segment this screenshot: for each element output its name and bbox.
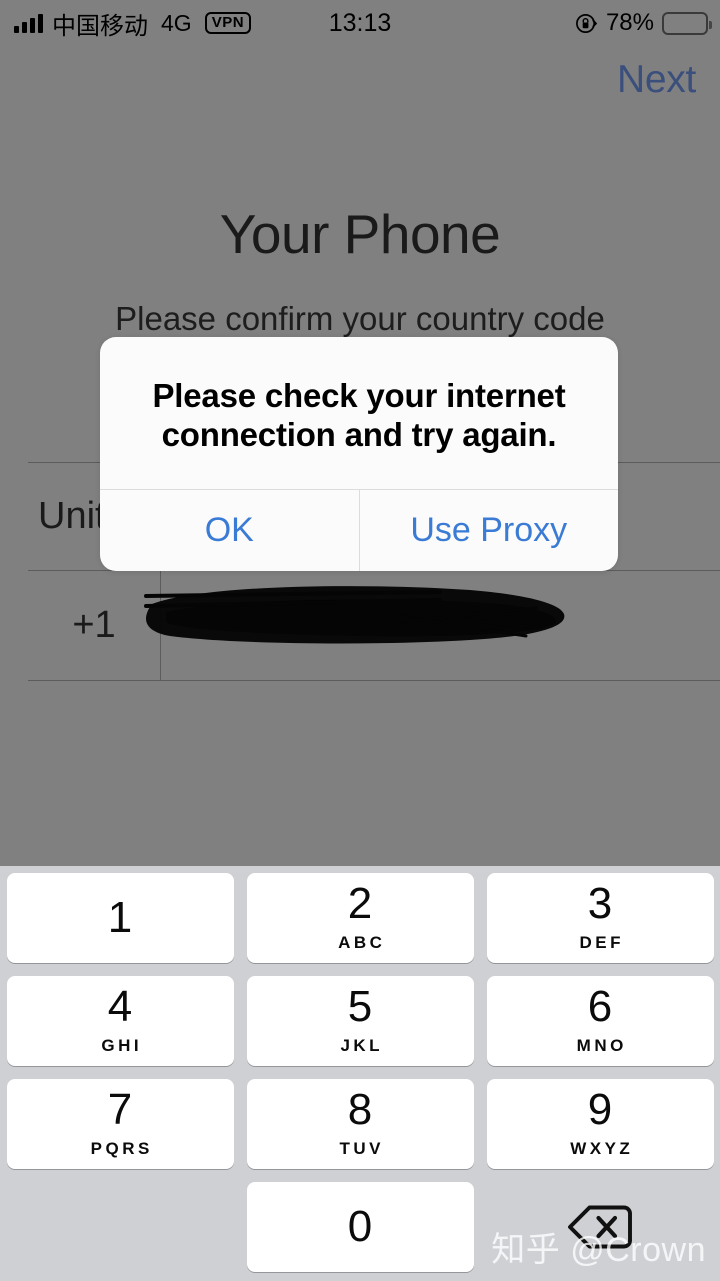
keypad-row: 0 [0, 1175, 720, 1278]
key-digit: 6 [587, 982, 613, 1031]
key-3[interactable]: 3 DEF [480, 866, 720, 969]
key-backspace[interactable] [480, 1175, 720, 1278]
key-0[interactable]: 0 [240, 1175, 480, 1278]
key-letters: MNO [576, 1036, 627, 1055]
key-1[interactable]: 1 [0, 866, 240, 969]
key-digit: 1 [107, 892, 133, 942]
alert-actions: OK Use Proxy [100, 488, 619, 571]
keypad-row: 1 2 ABC 3 DEF [0, 866, 720, 969]
status-bar: 中国移动 4G VPN 13:13 78% [0, 0, 720, 46]
key-digit: 0 [347, 1201, 373, 1251]
key-8[interactable]: 8 TUV [240, 1072, 480, 1175]
clock-label: 13:13 [328, 8, 392, 37]
keypad-row: 4 GHI 5 JKL 6 MNO [0, 969, 720, 1072]
key-4[interactable]: 4 GHI [0, 969, 240, 1072]
alert-message: Please check your internet connection an… [152, 377, 566, 453]
key-digit: 4 [107, 982, 133, 1031]
key-9[interactable]: 9 WXYZ [480, 1072, 720, 1175]
key-letters: ABC [338, 933, 386, 952]
numeric-keypad: 1 2 ABC 3 DEF 4 GHI 5 JKL 6 MNO 7 PQRS 8… [0, 866, 720, 1281]
key-digit: 8 [347, 1085, 373, 1134]
key-blank-left [0, 1175, 240, 1278]
key-digit: 7 [107, 1085, 133, 1134]
keypad-row: 7 PQRS 8 TUV 9 WXYZ [0, 1072, 720, 1175]
dial-code-label: +1 [72, 604, 116, 646]
key-digit: 5 [347, 982, 373, 1031]
status-bar-right: 78% [575, 0, 712, 46]
next-button[interactable]: Next [617, 58, 696, 102]
backspace-icon [568, 1205, 632, 1248]
key-digit: 9 [587, 1085, 613, 1134]
key-letters: DEF [579, 933, 624, 952]
key-letters: WXYZ [570, 1139, 634, 1158]
key-digit: 3 [587, 879, 613, 928]
alert-dialog: Please check your internet connection an… [100, 337, 618, 571]
page-title: Your Phone [219, 203, 501, 265]
use-proxy-button[interactable]: Use Proxy [358, 489, 619, 571]
key-5[interactable]: 5 JKL [240, 969, 480, 1072]
key-letters: GHI [101, 1036, 143, 1055]
key-6[interactable]: 6 MNO [480, 969, 720, 1072]
rotation-lock-icon [576, 13, 597, 33]
divider-bottom [28, 680, 720, 681]
key-7[interactable]: 7 PQRS [0, 1072, 240, 1175]
battery-icon [662, 11, 712, 35]
battery-percent-label: 78% [605, 9, 654, 36]
key-2[interactable]: 2 ABC [240, 866, 480, 969]
key-letters: TUV [339, 1139, 384, 1158]
key-letters: JKL [340, 1036, 384, 1055]
ok-button[interactable]: OK [100, 490, 359, 571]
key-letters: PQRS [90, 1139, 153, 1158]
alert-body: Please check your internet connection an… [100, 337, 618, 489]
page-subtitle: Please confirm your country code [115, 300, 605, 337]
key-digit: 2 [347, 879, 373, 928]
phone-number-row[interactable]: +1 [28, 571, 720, 680]
phone-screen: 中国移动 4G VPN 13:13 78% Next Your Phone Pl… [0, 0, 720, 1281]
